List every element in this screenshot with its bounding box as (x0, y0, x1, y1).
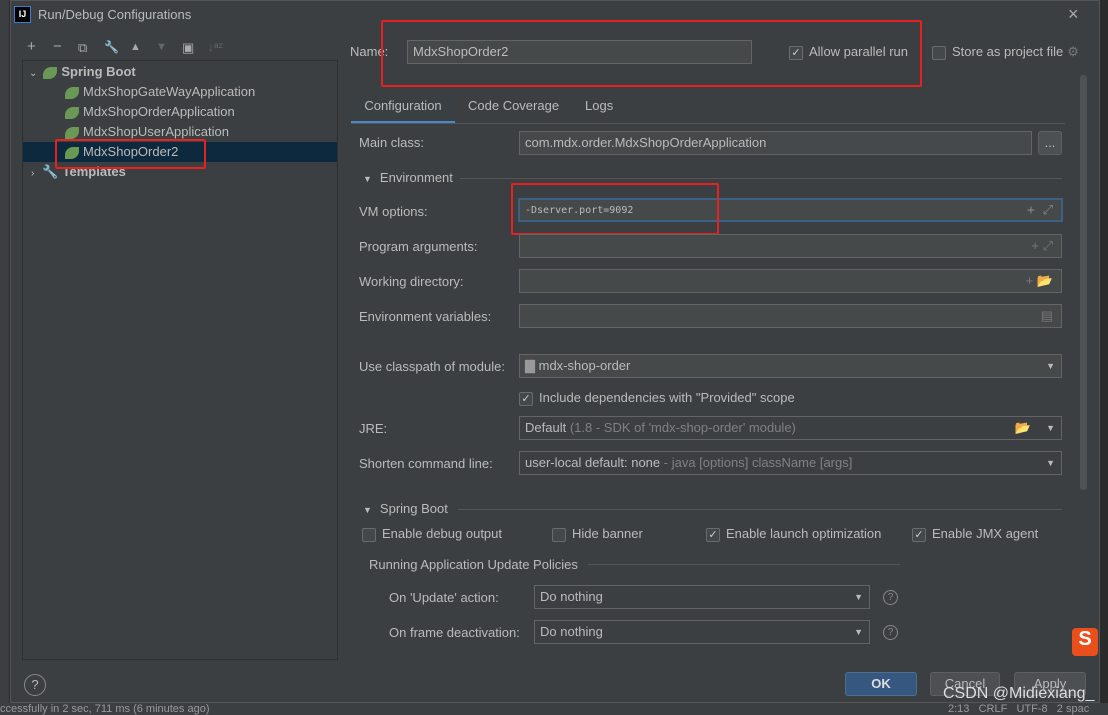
tree-item[interactable]: MdxShopGateWayApplication (23, 82, 337, 102)
move-down-icon[interactable]: ▼ (156, 41, 167, 53)
tree-item[interactable]: MdxShopUserApplication (23, 122, 337, 142)
copy-icon[interactable]: ⧉ (78, 40, 87, 56)
ok-button[interactable]: OK (845, 672, 917, 696)
environment-variables-label: Environment variables: (359, 309, 492, 324)
classpath-label: Use classpath of module: (359, 359, 505, 374)
help-icon[interactable]: ? (883, 590, 898, 605)
frame-deactivation-select[interactable]: Do nothing ▼ (534, 620, 870, 644)
wrench-icon: 🔧 (42, 164, 59, 179)
tab-logs[interactable]: Logs (585, 96, 613, 124)
shorten-command-select[interactable]: user-local default: none - java [options… (519, 451, 1062, 475)
jre-label: JRE: (359, 421, 388, 436)
vm-options-input[interactable]: -Dserver.port=9092 + ⤢ (518, 198, 1063, 222)
jre-select[interactable]: Default (1.8 - SDK of 'mdx-shop-order' m… (519, 416, 1062, 440)
csdn-watermark: CSDN @Midiexiang_ (943, 685, 1095, 702)
scrollbar[interactable] (1080, 75, 1087, 490)
hide-banner-checkbox[interactable]: Hide banner (552, 526, 643, 542)
program-arguments-label: Program arguments: (359, 239, 478, 254)
frame-deactivation-label: On frame deactivation: (389, 625, 520, 640)
shorten-command-label: Shorten command line: (359, 456, 493, 471)
spring-boot-section[interactable]: ▼ Spring Boot (363, 501, 448, 516)
vm-options-label: VM options: (359, 204, 428, 219)
main-class-label: Main class: (359, 135, 425, 150)
spring-boot-icon (65, 86, 79, 99)
classpath-module-select[interactable]: ▇ mdx-shop-order ▼ (519, 354, 1062, 378)
browse-button[interactable]: ... (1038, 131, 1062, 155)
remove-icon[interactable]: − (53, 38, 62, 55)
policies-heading: Running Application Update Policies (369, 557, 578, 572)
sogou-ime-icon: S (1072, 628, 1098, 656)
store-project-checkbox[interactable]: Store as project file ⚙ (932, 44, 1079, 60)
tab-configuration[interactable]: Configuration (351, 96, 455, 124)
include-deps-checkbox[interactable]: ✓ Include dependencies with "Provided" sc… (519, 390, 795, 406)
program-arguments-input[interactable]: + ⤢ (519, 234, 1062, 258)
tree-item-selected[interactable]: MdxShopOrder2 (23, 142, 337, 162)
configuration-tree: ⌄ Spring Boot MdxShopGateWayApplication M… (22, 60, 338, 660)
spring-boot-icon (43, 66, 58, 79)
environment-variables-input[interactable]: ▤ (519, 304, 1062, 328)
update-action-select[interactable]: Do nothing ▼ (534, 585, 870, 609)
intellij-logo: IJ (14, 6, 31, 23)
wrench-icon[interactable]: 🔧 (104, 40, 119, 54)
close-icon[interactable]: × (1068, 4, 1079, 25)
help-icon[interactable]: ? (883, 625, 898, 640)
tree-item[interactable]: MdxShopOrderApplication (23, 102, 337, 122)
tree-group-templates[interactable]: › 🔧 Templates (23, 162, 337, 182)
new-folder-icon[interactable]: ▣ (182, 40, 194, 56)
dialog-title: Run/Debug Configurations (38, 7, 192, 22)
working-directory-input[interactable]: + 📂 (519, 269, 1062, 293)
status-info: 2:13 CRLF UTF-8 2 spac (948, 703, 1090, 715)
spring-boot-icon (65, 106, 79, 119)
folder-icon: ▇ (525, 358, 539, 373)
ide-background-strip (0, 0, 10, 715)
tree-group-spring-boot[interactable]: ⌄ Spring Boot (23, 62, 337, 82)
update-action-label: On 'Update' action: (389, 590, 499, 605)
name-label: Name: (350, 44, 389, 59)
environment-section[interactable]: ▼ Environment (363, 170, 453, 185)
spring-boot-icon (65, 146, 79, 159)
name-input[interactable]: MdxShopOrder2 (407, 40, 752, 64)
ide-status-bar: ccessfully in 2 sec, 711 ms (6 minutes a… (0, 703, 1108, 715)
tab-code-coverage[interactable]: Code Coverage (468, 96, 559, 124)
working-directory-label: Working directory: (359, 274, 464, 289)
add-icon[interactable]: + (27, 38, 36, 55)
divider (588, 564, 900, 565)
help-button[interactable]: ? (24, 674, 46, 696)
main-class-input[interactable]: com.mdx.order.MdxShopOrderApplication (519, 131, 1032, 155)
gear-icon: ⚙ (1067, 44, 1079, 59)
move-up-icon[interactable]: ▲ (130, 41, 141, 53)
divider (460, 178, 1062, 179)
debug-output-checkbox[interactable]: Enable debug output (362, 526, 502, 542)
tabs-divider (351, 123, 1065, 124)
jmx-agent-checkbox[interactable]: ✓ Enable JMX agent (912, 526, 1038, 542)
status-message: ccessfully in 2 sec, 711 ms (6 minutes a… (0, 703, 210, 715)
divider (458, 509, 1062, 510)
sort-icon[interactable]: ↓ᵃᶻ (208, 40, 223, 54)
allow-parallel-checkbox[interactable]: ✓ Allow parallel run (789, 44, 908, 60)
launch-optimization-checkbox[interactable]: ✓ Enable launch optimization (706, 526, 881, 542)
spring-boot-icon (65, 126, 79, 139)
